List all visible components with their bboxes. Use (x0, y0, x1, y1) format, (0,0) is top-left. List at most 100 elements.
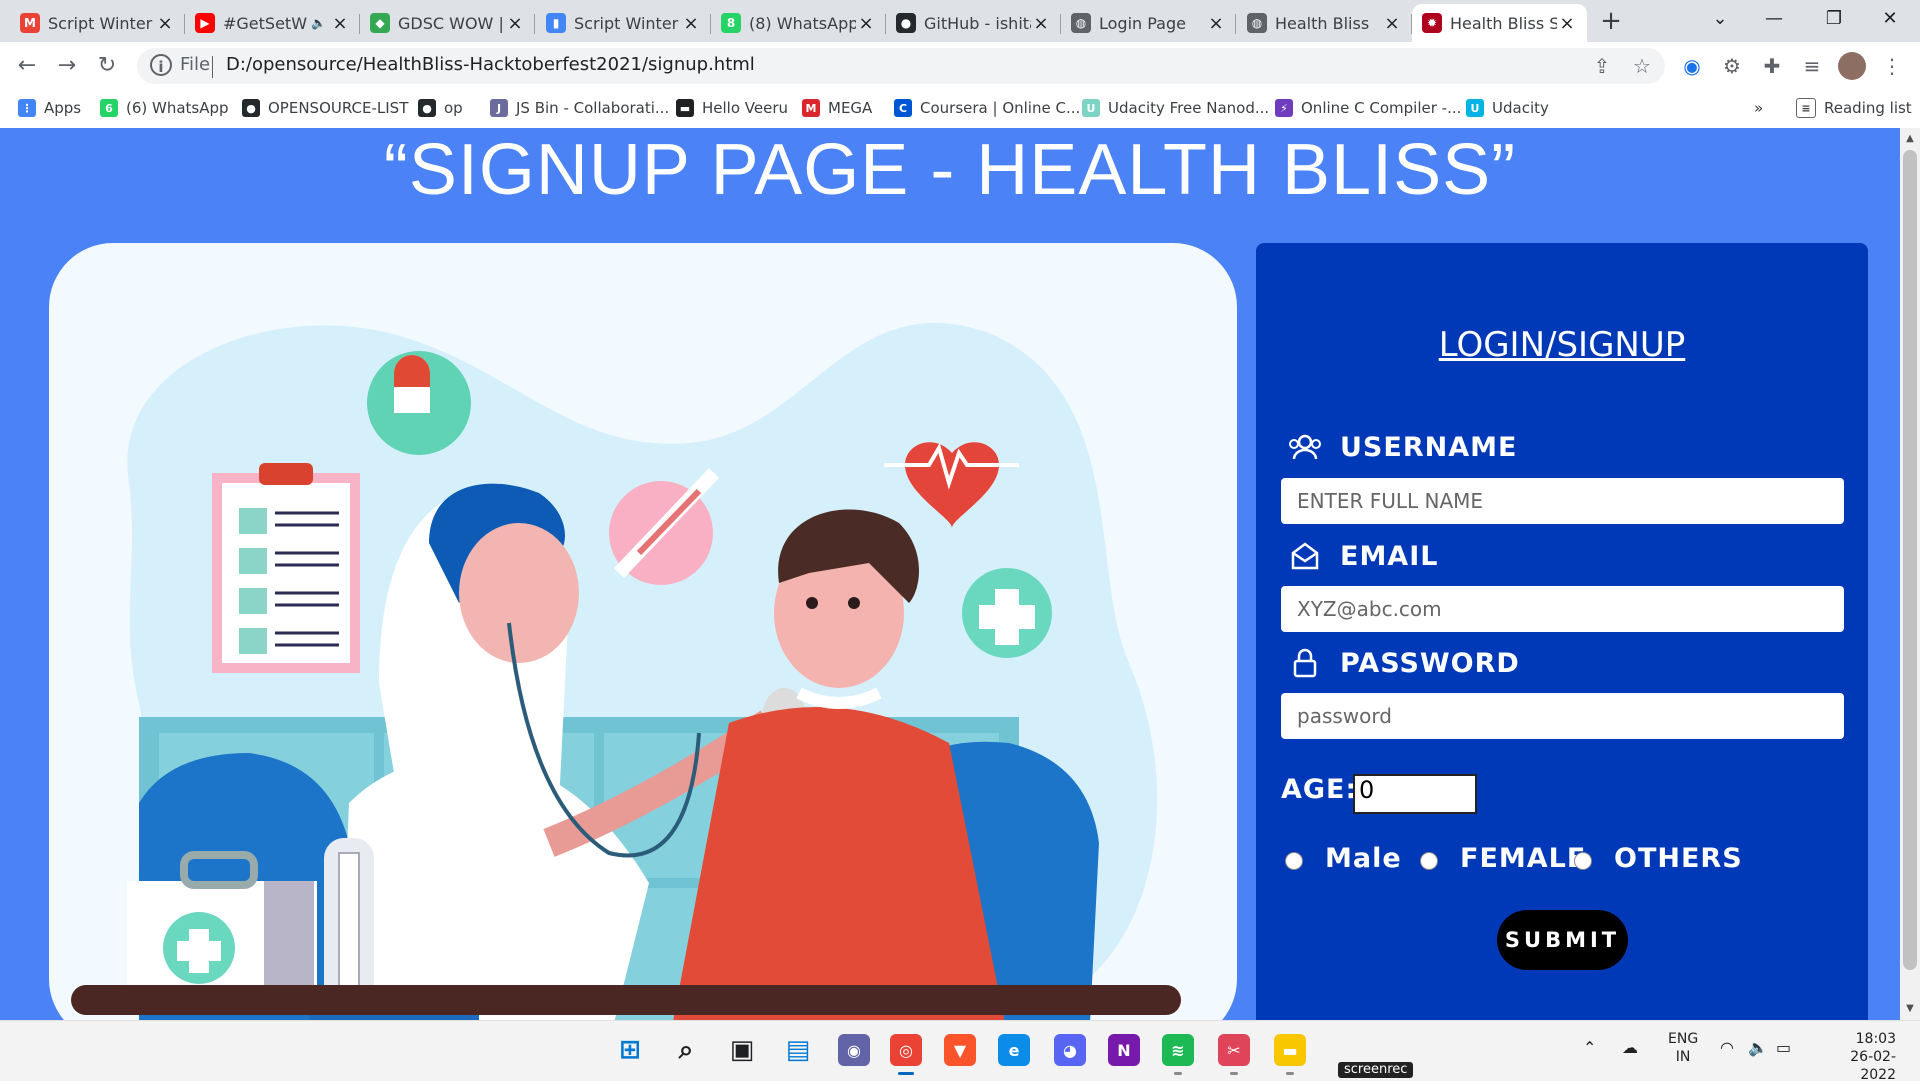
tab-7[interactable]: ◍ Health Bliss × (1237, 4, 1412, 42)
onedrive-cloud-icon[interactable]: ☁ (1622, 1038, 1638, 1057)
onenote-icon[interactable]: N (1108, 1034, 1140, 1066)
bookmark-item[interactable]: M MEGA (802, 94, 872, 122)
username-input[interactable] (1281, 478, 1844, 524)
extension-eye-icon[interactable]: ◉ (1678, 52, 1706, 80)
bookmark-item[interactable]: ● op (418, 94, 463, 122)
address-url[interactable]: D:/opensource/HealthBliss-Hacktoberfest2… (226, 54, 755, 75)
widgets-icon[interactable]: ▤ (782, 1034, 814, 1066)
tab-close-icon[interactable]: × (1031, 13, 1051, 34)
brave-icon[interactable]: ▼ (944, 1034, 976, 1066)
reading-list-icon: ≡ (1796, 98, 1816, 118)
tab-6[interactable]: ◍ Login Page × (1061, 4, 1236, 42)
running-indicator (898, 1072, 914, 1075)
browser-menu-icon[interactable]: ⋮ (1878, 52, 1906, 80)
language-top: ENG (1668, 1031, 1699, 1047)
page-title: “SIGNUP PAGE - HEALTH BLISS” (383, 130, 1517, 210)
back-arrow-icon[interactable]: ← (12, 51, 42, 81)
tab-2[interactable]: ◆ GDSC WOW | × (360, 4, 535, 42)
teams-chat-icon[interactable]: ◉ (838, 1034, 870, 1066)
minimize-button[interactable]: — (1752, 4, 1796, 34)
tab-title: Login Page (1099, 13, 1186, 33)
tab-close-icon[interactable]: × (681, 13, 701, 34)
bookmark-item[interactable]: ⋮ Apps (18, 94, 81, 122)
tab-search-chevron-icon[interactable]: ⌄ (1698, 4, 1742, 34)
share-icon[interactable]: ⇪ (1588, 52, 1616, 80)
task-view-icon[interactable]: ▣ (726, 1034, 758, 1066)
running-indicator (1286, 1072, 1294, 1075)
file-explorer-icon[interactable]: ▬ (1274, 1034, 1306, 1066)
form-heading-link[interactable]: LOGIN/SIGNUP (1256, 325, 1868, 365)
tab-1[interactable]: ▶ #GetSetW 🔈 × (185, 4, 360, 42)
tab-4[interactable]: 8 (8) WhatsApp × (711, 4, 886, 42)
new-tab-button[interactable]: + (1596, 6, 1626, 36)
gender-others-label: OTHERS (1614, 843, 1743, 874)
address-scheme: File (180, 54, 211, 75)
start-icon[interactable]: ⊞ (614, 1034, 646, 1066)
spotify-icon[interactable]: ≋ (1162, 1034, 1194, 1066)
whatsapp-icon: 8 (721, 13, 741, 33)
mega-icon: M (802, 99, 820, 117)
tab-title: Script Winter ( (48, 13, 155, 33)
extensions-puzzle-icon[interactable]: ✚ (1758, 52, 1786, 80)
tab-3[interactable]: ▮ Script Winter (× (536, 4, 711, 42)
tab-close-icon[interactable]: × (505, 13, 525, 34)
bookmark-item[interactable]: U Udacity (1466, 94, 1549, 122)
tab-close-icon[interactable]: × (856, 13, 876, 34)
forward-arrow-icon[interactable]: → (52, 51, 82, 81)
wifi-icon[interactable]: ◠ (1720, 1038, 1734, 1057)
gender-female-radio[interactable] (1420, 852, 1438, 870)
scroll-thumb[interactable] (1903, 150, 1917, 970)
bookmarks-overflow[interactable]: » (1754, 94, 1763, 122)
youtube-icon: ▶ (195, 13, 215, 33)
bookmark-label: Coursera | Online C... (920, 99, 1081, 117)
scroll-up-arrow-icon[interactable]: ▲ (1900, 130, 1920, 148)
bookmark-item[interactable]: U Udacity Free Nanod... (1082, 94, 1269, 122)
bookmark-star-icon[interactable]: ☆ (1628, 52, 1656, 80)
clock[interactable]: 18:03 26-02-2022 (1818, 1030, 1896, 1084)
tab-close-icon[interactable]: × (330, 13, 350, 34)
discord-icon[interactable]: ◕ (1054, 1034, 1086, 1066)
restore-button[interactable]: ❐ (1812, 4, 1856, 34)
submit-button[interactable]: SUBMIT (1497, 910, 1628, 970)
envelope-open-icon (1288, 539, 1322, 573)
bookmark-item[interactable]: ⚡ Online C Compiler -... (1275, 94, 1461, 122)
tab-close-icon[interactable]: × (1557, 13, 1577, 34)
volume-icon[interactable]: 🔈 (1748, 1038, 1768, 1057)
reading-list-button[interactable]: ≡ Reading list (1796, 94, 1912, 122)
password-input[interactable] (1281, 693, 1844, 739)
chrome-icon[interactable]: ◎ (890, 1034, 922, 1066)
gender-male-radio[interactable] (1285, 852, 1303, 870)
scroll-down-arrow-icon[interactable]: ▼ (1900, 1000, 1920, 1018)
media-queue-icon[interactable]: ≡ (1798, 52, 1826, 80)
tab-8[interactable]: ✹ Health Bliss Si × (1412, 4, 1587, 42)
close-window-button[interactable]: ✕ (1868, 4, 1912, 34)
tab-close-icon[interactable]: × (1382, 13, 1402, 34)
tray-overflow-chevron-icon[interactable]: ⌃ (1583, 1038, 1596, 1057)
whatsapp-icon: 6 (100, 99, 118, 117)
username-label: USERNAME (1340, 431, 1518, 463)
tab-0[interactable]: M Script Winter (× (10, 4, 185, 42)
tab-close-icon[interactable]: × (155, 13, 175, 34)
jsbin-icon: J (490, 99, 508, 117)
profile-avatar[interactable] (1838, 52, 1866, 80)
snipping-icon[interactable]: ✂ (1218, 1034, 1250, 1066)
age-input[interactable]: 0 (1353, 774, 1477, 814)
bookmark-item[interactable]: J JS Bin - Collaborati... (490, 94, 669, 122)
reload-icon[interactable]: ↻ (92, 51, 122, 81)
tab-5[interactable]: ● GitHub - ishita × (886, 4, 1061, 42)
email-input[interactable] (1281, 586, 1844, 632)
language-indicator[interactable]: ENG IN (1668, 1030, 1698, 1066)
bookmark-item[interactable]: C Coursera | Online C... (894, 94, 1080, 122)
tab-audio-icon[interactable]: 🔈 (311, 16, 326, 30)
running-indicator (1230, 1072, 1238, 1075)
search-icon[interactable]: ⌕ (670, 1034, 702, 1066)
gender-others-radio[interactable] (1574, 852, 1592, 870)
bookmark-item[interactable]: ▬ Hello Veeru (676, 94, 788, 122)
extension-gear-icon[interactable]: ⚙ (1718, 52, 1746, 80)
tab-close-icon[interactable]: × (1206, 13, 1226, 34)
bookmark-item[interactable]: ● OPENSOURCE-LIST (242, 94, 408, 122)
battery-icon[interactable]: ▭ (1776, 1038, 1791, 1057)
edge-icon[interactable]: e (998, 1034, 1030, 1066)
bookmark-item[interactable]: 6 (6) WhatsApp (100, 94, 229, 122)
info-icon[interactable]: i (150, 54, 172, 76)
